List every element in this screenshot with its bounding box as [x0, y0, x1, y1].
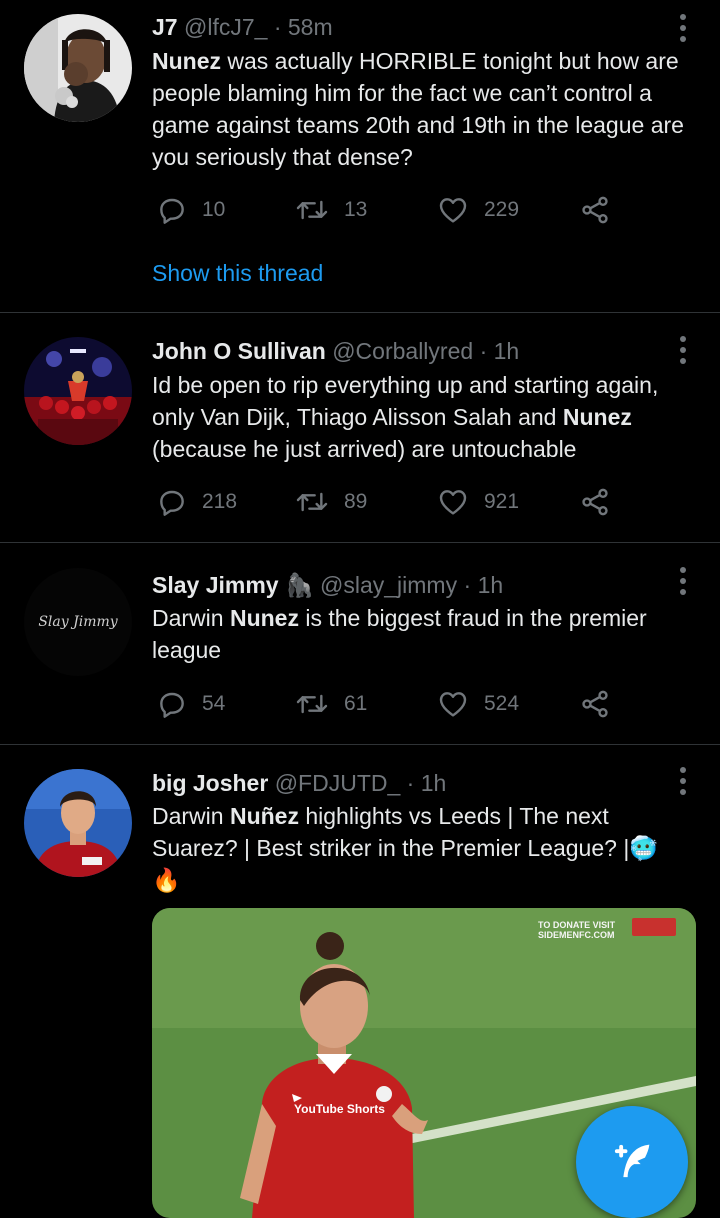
highlight-keyword: Nunez — [229, 605, 299, 631]
retweet-icon — [296, 694, 328, 714]
text-segment: was actually HORRIBLE tonight but how ar… — [152, 48, 684, 170]
like-count: 921 — [484, 490, 520, 513]
tweet-3[interactable]: Slay Jimmy Slay Jimmy 🦍 @slay_jimmy · 1h… — [0, 543, 720, 745]
reply-count: 218 — [202, 490, 238, 513]
logo-badge — [632, 918, 676, 936]
text-segment: Darwin — [152, 803, 230, 829]
separator-dot: · — [479, 338, 488, 364]
separator-dot: · — [463, 572, 472, 598]
youtube-shorts-badge: YouTube Shorts — [294, 1102, 385, 1116]
like-button[interactable]: 921 — [436, 482, 519, 522]
share-button[interactable] — [578, 190, 612, 230]
donate-overlay-line-2: SIDEMENFC.COM — [538, 930, 615, 940]
timestamp[interactable]: 1h — [421, 770, 447, 796]
like-icon — [439, 490, 467, 515]
reply-count: 10 — [202, 198, 226, 221]
timestamp[interactable]: 58m — [288, 14, 333, 40]
show-thread-link[interactable]: Show this thread — [152, 260, 323, 287]
retweet-button[interactable]: 89 — [294, 482, 367, 522]
display-name[interactable]: Slay Jimmy — [152, 572, 279, 598]
donate-overlay-line-1: TO DONATE VISIT — [538, 920, 616, 930]
tweet-actions: 10 13 229 — [152, 190, 692, 230]
reply-icon — [160, 692, 184, 718]
youtube-shorts-label: YouTube Shorts — [294, 1102, 385, 1116]
retweet-icon — [296, 200, 328, 220]
compose-icon — [614, 1144, 650, 1178]
text-segment: Darwin — [152, 605, 230, 631]
retweet-button[interactable]: 13 — [294, 190, 367, 230]
share-icon — [582, 196, 608, 224]
highlight-keyword: Nunez — [562, 404, 632, 430]
share-button[interactable] — [578, 482, 612, 522]
tweet-text: Nunez was actually HORRIBLE tonight but … — [152, 45, 700, 173]
like-icon — [439, 692, 467, 717]
tweet-actions: 218 89 921 — [152, 482, 692, 522]
tweet-header: J7 @lfcJ7_ · 58m — [152, 12, 333, 42]
share-button[interactable] — [578, 684, 612, 724]
tweet-actions: 54 61 524 — [152, 684, 692, 724]
tweet-header: John O Sullivan @Corballyred · 1h — [152, 336, 519, 366]
cold-face-emoji: 🥶 — [629, 835, 658, 861]
retweet-count: 61 — [344, 692, 368, 715]
more-icon[interactable] — [680, 14, 688, 47]
avatar[interactable] — [24, 337, 132, 445]
more-icon[interactable] — [680, 767, 688, 800]
separator-dot: · — [406, 770, 415, 796]
display-name[interactable]: J7 — [152, 14, 178, 40]
tweet-1[interactable]: J7 @lfcJ7_ · 58m Nunez was actually HORR… — [0, 0, 720, 313]
like-button[interactable]: 229 — [436, 190, 519, 230]
reply-button[interactable]: 54 — [156, 684, 225, 724]
retweet-icon — [296, 492, 328, 512]
avatar[interactable] — [24, 769, 132, 877]
avatar[interactable] — [24, 14, 132, 122]
more-icon[interactable] — [680, 567, 688, 600]
tweet-text: Id be open to rip everything up and star… — [152, 369, 700, 465]
reply-button[interactable]: 218 — [156, 482, 237, 522]
avatar-signature: Slay Jimmy — [38, 614, 118, 630]
tweet-header: big Josher @FDJUTD_ · 1h — [152, 768, 446, 798]
tweet-header: Slay Jimmy 🦍 @slay_jimmy · 1h — [152, 570, 503, 600]
donate-overlay: TO DONATE VISIT SIDEMENFC.COM — [538, 920, 615, 940]
retweet-count: 13 — [344, 198, 368, 221]
like-button[interactable]: 524 — [436, 684, 519, 724]
handle[interactable]: @Corballyred — [332, 338, 473, 364]
timestamp[interactable]: 1h — [494, 338, 520, 364]
tweet-2[interactable]: John O Sullivan @Corballyred · 1h Id be … — [0, 313, 720, 543]
compose-tweet-button[interactable] — [576, 1106, 688, 1218]
name-emoji: 🦍 — [284, 572, 314, 598]
reply-icon — [160, 490, 184, 516]
tweet-text: Darwin Nunez is the biggest fraud in the… — [152, 602, 700, 666]
reply-icon — [160, 198, 184, 224]
avatar[interactable]: Slay Jimmy — [24, 568, 132, 676]
retweet-count: 89 — [344, 490, 368, 513]
share-icon — [582, 690, 608, 718]
highlight-keyword: Nuñez — [229, 803, 299, 829]
like-count: 524 — [484, 692, 520, 715]
retweet-button[interactable]: 61 — [294, 684, 367, 724]
handle[interactable]: @FDJUTD_ — [275, 770, 401, 796]
handle[interactable]: @slay_jimmy — [320, 572, 457, 598]
reply-count: 54 — [202, 692, 226, 715]
handle[interactable]: @lfcJ7_ — [184, 14, 267, 40]
display-name[interactable]: John O Sullivan — [152, 338, 326, 364]
tweet-text: Darwin Nuñez highlights vs Leeds | The n… — [152, 800, 700, 896]
like-icon — [439, 198, 467, 223]
fire-emoji: 🔥 — [152, 867, 181, 893]
separator-dot: · — [273, 14, 282, 40]
share-icon — [582, 488, 608, 516]
text-segment: (because he just arrived) are untouchabl… — [152, 436, 577, 462]
display-name[interactable]: big Josher — [152, 770, 268, 796]
reply-button[interactable]: 10 — [156, 190, 225, 230]
like-count: 229 — [484, 198, 520, 221]
timestamp[interactable]: 1h — [478, 572, 504, 598]
more-icon[interactable] — [680, 336, 688, 369]
highlight-keyword: Nunez — [152, 48, 221, 74]
